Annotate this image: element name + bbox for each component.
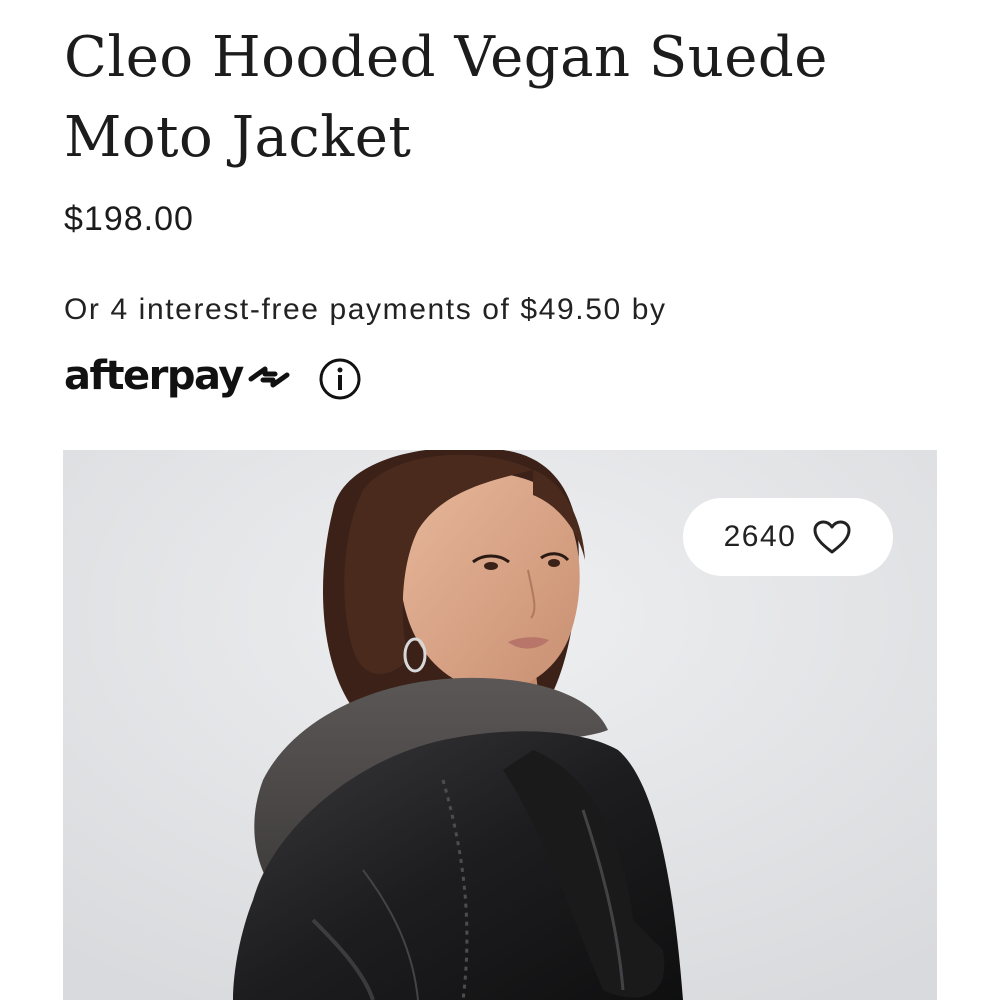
- favorite-button[interactable]: 2640: [683, 498, 893, 576]
- heart-outline-icon: [813, 520, 851, 554]
- installments-text: Or 4 interest-free payments of $49.50 by: [64, 293, 667, 326]
- afterpay-arrows-icon: [248, 366, 290, 388]
- favorite-count: 2640: [723, 520, 797, 553]
- afterpay-row: afterpay: [64, 346, 363, 406]
- info-circle-icon[interactable]: [317, 356, 363, 402]
- afterpay-wordmark: afterpay: [64, 353, 244, 399]
- afterpay-logo: afterpay: [64, 346, 293, 406]
- product-price: $198.00: [64, 200, 194, 238]
- product-title: Cleo Hooded Vegan Suede Moto Jacket: [64, 25, 828, 170]
- product-image[interactable]: 2640: [63, 450, 937, 1000]
- product-detail-page: Cleo Hooded Vegan Suede Moto Jacket $198…: [0, 0, 1000, 1000]
